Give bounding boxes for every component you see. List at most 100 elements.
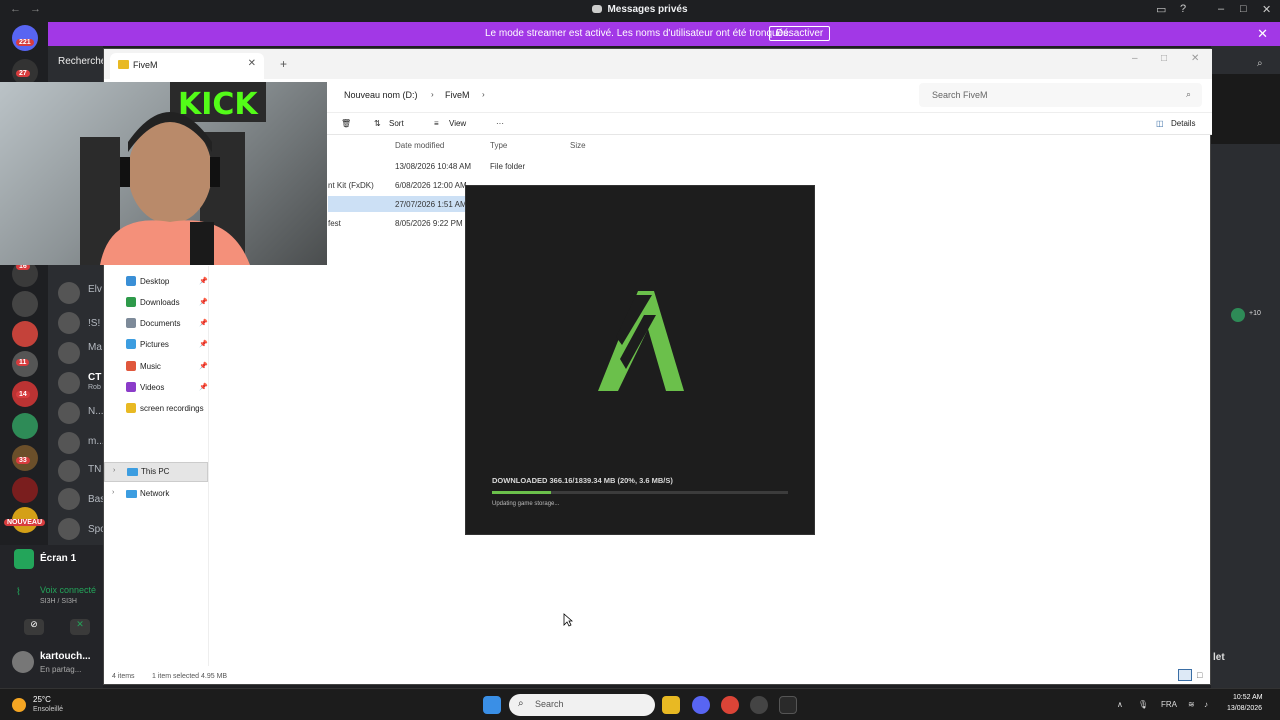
file-explorer-icon[interactable] xyxy=(662,696,680,714)
nav-item-videos[interactable]: Videos 📌 xyxy=(126,378,208,396)
dm-name[interactable]: Bas xyxy=(88,494,104,505)
user-name[interactable]: kartouch... xyxy=(40,651,91,662)
clock-date[interactable]: 13/08/2026 xyxy=(1227,705,1262,712)
search-input[interactable]: Search FiveM xyxy=(932,90,988,100)
dm-name[interactable]: Ma xyxy=(88,342,104,353)
nav-item-screen-recordings[interactable]: screen recordings xyxy=(126,399,236,417)
nav-item-music[interactable]: Music 📌 xyxy=(126,357,208,375)
pictures-icon xyxy=(126,339,136,349)
new-tab-icon[interactable]: + xyxy=(280,57,287,71)
breadcrumb-folder[interactable]: FiveM xyxy=(445,90,470,100)
taskbar-search-input[interactable]: Search xyxy=(535,699,564,709)
discord-search[interactable]: Recherche xyxy=(58,56,106,67)
minimize-icon[interactable]: – xyxy=(1132,53,1138,64)
close-tab-icon[interactable]: ✕ xyxy=(248,58,256,69)
volume-icon[interactable]: ♪ xyxy=(1204,700,1208,709)
right-strip-text: let xyxy=(1213,652,1225,663)
dm-name[interactable]: !S! xyxy=(88,318,104,329)
weather-temp[interactable]: 25°C xyxy=(33,695,51,704)
document-icon xyxy=(126,318,136,328)
dm-avatar[interactable] xyxy=(58,372,80,394)
fivem-taskbar-icon[interactable] xyxy=(779,696,797,714)
close-icon[interactable]: ✕ xyxy=(1262,3,1271,16)
expand-chevron-icon[interactable]: › xyxy=(112,489,114,496)
cell-date[interactable]: 27/07/2026 1:51 AM xyxy=(395,200,467,209)
voice-status[interactable]: Voix connecté xyxy=(40,585,102,595)
cell-date[interactable]: 8/05/2026 9:22 PM xyxy=(395,219,463,228)
dm-avatar[interactable] xyxy=(58,402,80,424)
discord-home-icon[interactable] xyxy=(12,25,38,51)
nav-item-documents[interactable]: Documents 📌 xyxy=(126,314,208,332)
screen-share-label[interactable]: Écran 1 xyxy=(40,553,76,564)
discord-right-strip: ⌕ +10 let xyxy=(1211,46,1280,688)
disable-streamer-button[interactable]: Désactiver xyxy=(769,26,831,41)
banner-close-icon[interactable]: ✕ xyxy=(1257,26,1268,42)
view-button[interactable]: View xyxy=(449,119,466,128)
language-indicator[interactable]: FRA xyxy=(1161,700,1177,709)
minimize-icon[interactable]: – xyxy=(1218,3,1224,15)
details-view-icon[interactable] xyxy=(1178,669,1192,681)
cell-date[interactable]: 13/08/2026 10:48 AM xyxy=(395,162,471,171)
tab-fivem[interactable]: FiveM ✕ xyxy=(110,53,264,79)
voice-channel: SI3H / SI3H xyxy=(40,598,77,605)
more-icon[interactable]: ··· xyxy=(496,119,504,128)
cell-date[interactable]: 6/08/2026 12:00 AM xyxy=(395,181,467,190)
activity-icon[interactable]: ✕ xyxy=(70,619,90,635)
webcam-feed: KICK xyxy=(80,82,266,265)
dm-name[interactable]: N... xyxy=(88,406,104,417)
cell-name[interactable]: nt Kit (FxDK) xyxy=(328,181,374,190)
windows-start-icon[interactable] xyxy=(483,696,501,714)
avatar[interactable] xyxy=(12,651,34,673)
nav-item-desktop[interactable]: Desktop 📌 xyxy=(126,272,208,290)
server-icon[interactable] xyxy=(12,291,38,317)
dm-avatar[interactable] xyxy=(58,312,80,334)
weather-desc: Ensoleillé xyxy=(33,706,63,713)
discord-taskbar-icon[interactable] xyxy=(692,696,710,714)
expand-chevron-icon[interactable]: › xyxy=(113,467,115,474)
column-header[interactable]: Size xyxy=(570,141,586,150)
dm-name[interactable]: Spo xyxy=(88,524,104,535)
server-icon[interactable] xyxy=(12,413,38,439)
details-button[interactable]: Details xyxy=(1171,119,1195,128)
dm-avatar[interactable] xyxy=(58,282,80,304)
pin-icon: 📌 xyxy=(199,363,208,370)
help-icon[interactable]: ? xyxy=(1180,3,1186,15)
search-icon[interactable]: ⌕ xyxy=(1257,58,1263,69)
dm-avatar[interactable] xyxy=(58,342,80,364)
streamer-mode-banner: Le mode streamer est activé. Les noms d'… xyxy=(48,22,1280,46)
microphone-icon[interactable]: 🎙 xyxy=(1138,700,1148,709)
steam-icon[interactable] xyxy=(750,696,768,714)
tiles-view-icon[interactable]: □ xyxy=(1197,670,1202,680)
maximize-icon[interactable]: □ xyxy=(1240,3,1247,15)
dm-avatar[interactable] xyxy=(58,460,80,482)
column-header[interactable]: Type xyxy=(490,141,507,150)
dm-avatar[interactable] xyxy=(58,518,80,540)
column-header[interactable]: Date modified xyxy=(395,141,444,150)
nav-item-pictures[interactable]: Pictures 📌 xyxy=(126,335,208,353)
dm-name[interactable]: m... xyxy=(88,436,104,447)
dm-name[interactable]: TN xyxy=(88,464,104,475)
sort-button[interactable]: Sort xyxy=(389,119,404,128)
dm-avatar[interactable] xyxy=(58,488,80,510)
server-icon[interactable] xyxy=(12,477,38,503)
taskbar-search[interactable]: ⌕ Search xyxy=(509,694,655,716)
dm-name[interactable]: Elv xyxy=(88,284,104,295)
server-icon[interactable] xyxy=(12,321,38,347)
inbox-icon[interactable]: ▭ xyxy=(1156,3,1166,16)
breadcrumb-drive[interactable]: Nouveau nom (D:) xyxy=(344,90,418,100)
dm-avatar[interactable] xyxy=(58,432,80,454)
nav-item-downloads[interactable]: Downloads 📌 xyxy=(126,293,208,311)
pin-icon: 📌 xyxy=(199,299,208,306)
dm-name[interactable]: CT xyxy=(88,372,104,383)
close-icon[interactable]: ✕ xyxy=(1191,53,1199,64)
chrome-icon[interactable] xyxy=(721,696,739,714)
wifi-icon[interactable]: ≋ xyxy=(1188,700,1195,709)
tray-chevron-icon[interactable]: ∧ xyxy=(1117,700,1123,709)
delete-icon[interactable]: 🗑 xyxy=(341,119,351,128)
screen-share-toggle-icon[interactable]: ⊘ xyxy=(24,619,44,635)
nav-item-this-pc[interactable]: › This PC xyxy=(104,462,208,482)
maximize-icon[interactable]: □ xyxy=(1161,53,1167,64)
nav-item-network[interactable]: › Network xyxy=(104,485,208,503)
clock-time[interactable]: 10:52 AM xyxy=(1233,694,1263,701)
cell-name[interactable]: fest xyxy=(328,219,341,228)
